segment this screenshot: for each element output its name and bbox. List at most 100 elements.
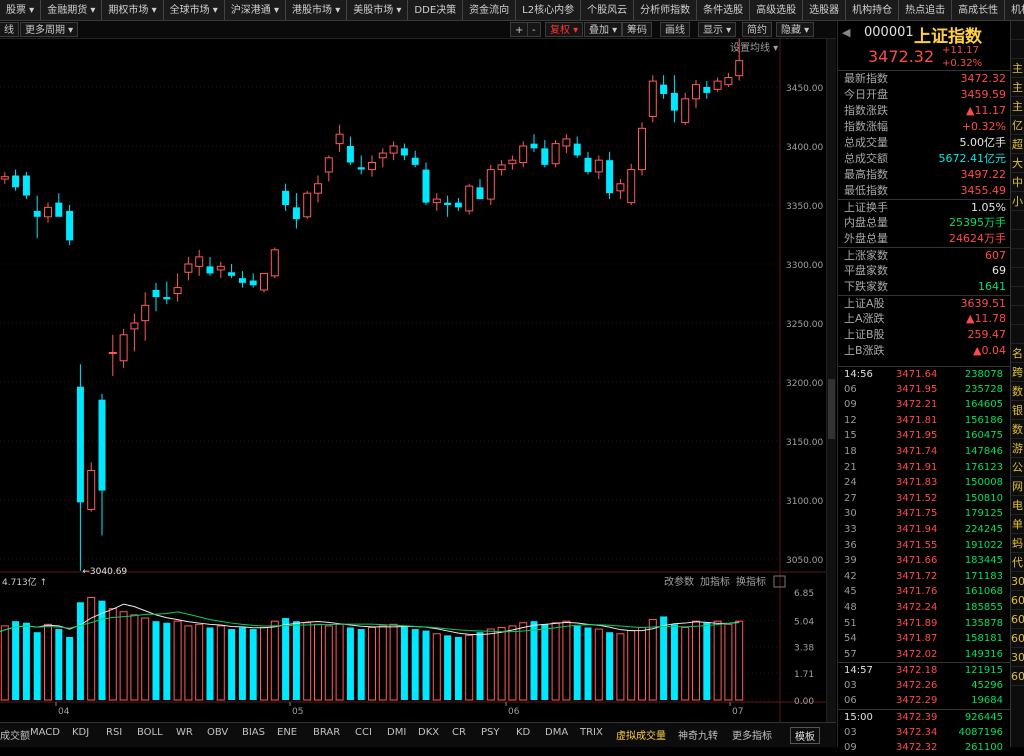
menu-item-0[interactable]: 股票 ▾ <box>0 0 40 20</box>
indicator-tab-6[interactable]: OBV <box>207 727 228 738</box>
menu-item-14[interactable]: 选股器 <box>802 0 845 20</box>
right-panel-cell[interactable] <box>1011 21 1024 40</box>
overlay-dropdown[interactable]: 叠加 ▾ <box>584 22 623 37</box>
zoom-in-button[interactable]: + <box>510 22 529 37</box>
right-panel-cell[interactable]: 60 <box>1011 667 1024 686</box>
panel-button-0[interactable]: 改参数 <box>664 575 694 588</box>
right-panel-cell[interactable]: 60 <box>1011 629 1024 648</box>
right-panel-cell[interactable]: 名 <box>1011 344 1024 363</box>
right-panel-cell[interactable]: 中 <box>1011 173 1024 192</box>
right-panel-cell[interactable]: 主 <box>1011 78 1024 97</box>
right-panel-cell[interactable]: 60 <box>1011 610 1024 629</box>
menu-item-4[interactable]: 沪深港通 ▾ <box>223 0 285 20</box>
right-panel-cell[interactable]: 30 <box>1011 572 1024 591</box>
hide-dropdown[interactable]: 隐藏 ▾ <box>776 22 815 37</box>
right-panel-cell[interactable]: 数 <box>1011 420 1024 439</box>
right-panel-cell[interactable] <box>1011 268 1024 287</box>
right-panel-cell[interactable] <box>1011 230 1024 249</box>
kline-chart-svg[interactable]: 3450.00 3400.00 3350.00 3300.00 3250.00 3200.… <box>0 27 826 722</box>
zoom-out-button[interactable]: - <box>527 22 541 37</box>
menu-item-16[interactable]: 热点追击 <box>898 0 951 20</box>
indicator-tab-19[interactable]: 神奇九转 <box>678 727 718 742</box>
indicator-tab-21[interactable]: 模板 <box>790 727 820 744</box>
menu-item-15[interactable]: 机构持仓 <box>845 0 898 20</box>
menu-item-6[interactable]: 美股市场 ▾ <box>346 0 407 20</box>
right-panel-cell[interactable] <box>1011 306 1024 325</box>
prev-stock-icon[interactable]: ◀ <box>842 26 850 39</box>
indicator-tab-17[interactable]: TRIX <box>580 727 603 738</box>
right-panel-cell[interactable]: 银 <box>1011 401 1024 420</box>
right-panel-cell[interactable]: 主 <box>1011 97 1024 116</box>
menu-item-5[interactable]: 港股市场 ▾ <box>285 0 346 20</box>
right-panel-cell[interactable]: 主 <box>1011 59 1024 78</box>
right-panel-cell[interactable]: 游 <box>1011 439 1024 458</box>
right-panel-cell[interactable]: 公 <box>1011 458 1024 477</box>
ma-settings-label[interactable]: 设置均线 ▾ <box>730 41 778 54</box>
indicator-tab-0[interactable]: 成交额 <box>0 727 30 742</box>
indicator-tab-8[interactable]: ENE <box>277 727 297 738</box>
candle-body <box>55 202 63 217</box>
right-panel-cell[interactable]: 网 <box>1011 477 1024 496</box>
right-panel-cell[interactable]: 大 <box>1011 154 1024 173</box>
menu-item-18[interactable]: 机构持 <box>1004 0 1024 20</box>
indicator-tab-5[interactable]: WR <box>176 727 193 738</box>
right-panel-cell[interactable]: 60 <box>1011 591 1024 610</box>
chips-button[interactable]: 筹码 <box>622 22 652 37</box>
indicator-tab-20[interactable]: 更多指标 <box>732 727 772 742</box>
menu-item-17[interactable]: 高成长性 <box>951 0 1004 20</box>
right-panel-cell[interactable]: 30 <box>1011 648 1024 667</box>
right-panel-cell[interactable]: 代 <box>1011 553 1024 572</box>
menu-item-1[interactable]: 金融期货 ▾ <box>40 0 101 20</box>
menu-item-7[interactable]: DDE决策 <box>407 0 462 20</box>
menu-item-9[interactable]: L2核心内参 <box>515 0 580 20</box>
panel-button-1[interactable]: 加指标 <box>700 575 730 588</box>
indicator-tab-16[interactable]: DMA <box>545 727 568 738</box>
right-panel-cell[interactable]: 跨 <box>1011 363 1024 382</box>
indicator-tab-11[interactable]: DMI <box>387 727 406 738</box>
display-dropdown[interactable]: 显示 ▾ <box>698 22 737 37</box>
right-panel-cell[interactable]: 电 <box>1011 496 1024 515</box>
indicator-tab-7[interactable]: BIAS <box>242 727 265 738</box>
right-panel-cell[interactable] <box>1011 211 1024 230</box>
menu-item-11[interactable]: 分析师指数 <box>633 0 696 20</box>
menu-item-10[interactable]: 个股风云 <box>580 0 633 20</box>
indicator-tab-15[interactable]: KD <box>516 727 530 738</box>
indicator-tab-10[interactable]: CCI <box>355 727 372 738</box>
period-line-button[interactable]: 线 <box>0 22 19 37</box>
indicator-tab-12[interactable]: DKX <box>418 727 439 738</box>
draw-line-button[interactable]: 画线 <box>660 22 690 37</box>
tick-list[interactable]: 14:56 3471.64 238078 06 3471.95 235728 09 3472.… <box>838 366 1011 756</box>
right-panel-cell[interactable] <box>1011 249 1024 268</box>
kline-chart-area[interactable]: 3450.00 3400.00 3350.00 3300.00 3250.00 3200.… <box>0 27 836 722</box>
indicator-tab-18[interactable]: 虚拟成交量 <box>616 727 666 742</box>
right-panel-cell[interactable]: 亿 <box>1011 116 1024 135</box>
right-panel-cell[interactable] <box>1011 40 1024 59</box>
menu-item-3[interactable]: 全球市场 ▾ <box>162 0 224 20</box>
tick-price: 3472.39 <box>896 712 938 724</box>
indicator-tab-2[interactable]: KDJ <box>72 727 89 738</box>
indicator-tab-3[interactable]: RSI <box>106 727 122 738</box>
fuquan-dropdown[interactable]: 复权 ▾ <box>545 22 584 37</box>
right-panel-cell[interactable]: 数 <box>1011 382 1024 401</box>
scrollbar-thumb[interactable] <box>828 379 835 439</box>
right-panel-cell[interactable]: 蚂 <box>1011 534 1024 553</box>
menu-item-13[interactable]: 高级选股 <box>749 0 802 20</box>
indicator-tab-1[interactable]: MACD <box>30 727 60 738</box>
quote-label: 最高指数 <box>844 168 888 181</box>
panel-button-2[interactable]: 换指标 <box>736 575 766 588</box>
indicator-tab-14[interactable]: PSY <box>481 727 500 738</box>
indicator-tab-4[interactable]: BOLL <box>137 727 163 738</box>
right-panel-cell[interactable]: 小 <box>1011 192 1024 211</box>
menu-item-2[interactable]: 期权市场 ▾ <box>101 0 162 20</box>
right-panel-cell[interactable]: 超 <box>1011 135 1024 154</box>
chart-scrollbar[interactable] <box>826 39 836 722</box>
simple-button[interactable]: 简约 <box>742 22 772 37</box>
indicator-tab-9[interactable]: BRAR <box>313 727 340 738</box>
right-panel-cell[interactable] <box>1011 287 1024 306</box>
menu-item-8[interactable]: 资金流向 <box>462 0 515 20</box>
indicator-tab-13[interactable]: CR <box>452 727 466 738</box>
more-periods-dropdown[interactable]: 更多周期 ▾ <box>20 22 79 37</box>
right-panel-cell[interactable]: 单 <box>1011 515 1024 534</box>
right-panel-cell[interactable] <box>1011 325 1024 344</box>
menu-item-12[interactable]: 条件选股 <box>696 0 749 20</box>
